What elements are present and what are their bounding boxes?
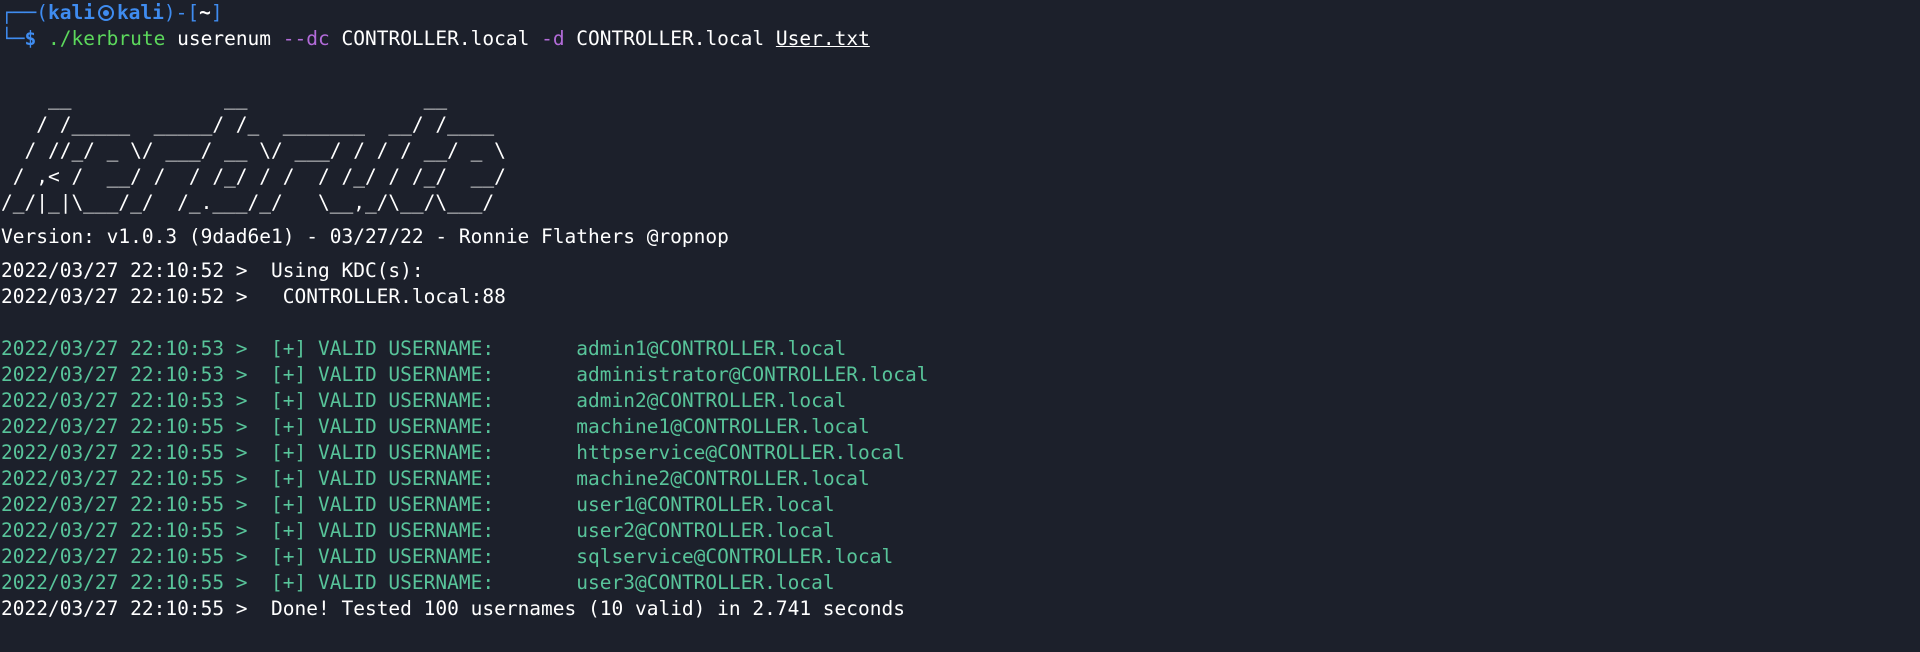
result-separator: > xyxy=(224,363,272,386)
result-status: [+] VALID USERNAME: xyxy=(271,571,495,594)
result-separator: > xyxy=(224,337,272,360)
result-separator: > xyxy=(224,389,272,412)
result-username: httpservice@CONTROLLER.local xyxy=(576,441,906,464)
result-username: admin2@CONTROLLER.local xyxy=(576,389,847,412)
result-gap xyxy=(494,415,576,438)
result-gap xyxy=(494,363,576,386)
result-username: admin1@CONTROLLER.local xyxy=(576,337,847,360)
command-line[interactable]: └─$ ./kerbrute userenum --dc CONTROLLER.… xyxy=(1,26,1920,52)
result-status: [+] VALID USERNAME: xyxy=(271,389,495,412)
result-timestamp: 2022/03/27 22:10:53 xyxy=(1,389,225,412)
result-username: sqlservice@CONTROLLER.local xyxy=(576,545,894,568)
result-status: [+] VALID USERNAME: xyxy=(271,519,495,542)
result-username: administrator@CONTROLLER.local xyxy=(576,363,929,386)
result-row: 2022/03/27 22:10:55 > [+] VALID USERNAME… xyxy=(1,440,1920,466)
prompt-dollar: $ xyxy=(24,27,48,50)
result-row: 2022/03/27 22:10:53 > [+] VALID USERNAME… xyxy=(1,362,1920,388)
kdc-timestamp: 2022/03/27 22:10:52 > xyxy=(1,285,283,308)
command-userfile[interactable]: User.txt xyxy=(776,27,870,50)
result-username: machine2@CONTROLLER.local xyxy=(576,467,870,490)
prompt-host: kali xyxy=(116,1,164,24)
result-separator: > xyxy=(224,519,272,542)
result-gap xyxy=(494,545,576,568)
result-row: 2022/03/27 22:10:55 > [+] VALID USERNAME… xyxy=(1,492,1920,518)
blank-gap xyxy=(1,216,1920,224)
result-timestamp: 2022/03/27 22:10:53 xyxy=(1,363,225,386)
kdc-line-2: 2022/03/27 22:10:52 > CONTROLLER.local:8… xyxy=(1,284,1920,310)
kali-skull-icon xyxy=(97,5,114,21)
done-line: 2022/03/27 22:10:55 > Done! Tested 100 u… xyxy=(1,596,1920,622)
prompt-user: kali xyxy=(47,1,95,24)
kdc-label: Using KDC(s): xyxy=(271,259,424,282)
result-status: [+] VALID USERNAME: xyxy=(271,363,495,386)
result-timestamp: 2022/03/27 22:10:55 xyxy=(1,493,225,516)
result-row: 2022/03/27 22:10:55 > [+] VALID USERNAME… xyxy=(1,544,1920,570)
prompt-line2-prefix: └─ xyxy=(1,27,25,50)
result-row: 2022/03/27 22:10:55 > [+] VALID USERNAME… xyxy=(1,518,1920,544)
blank-gap xyxy=(1,250,1920,258)
result-status: [+] VALID USERNAME: xyxy=(271,441,495,464)
prompt-cwd: ~ xyxy=(199,1,211,24)
result-row: 2022/03/27 22:10:53 > [+] VALID USERNAME… xyxy=(1,336,1920,362)
result-gap xyxy=(494,571,576,594)
result-gap xyxy=(494,519,576,542)
result-separator: > xyxy=(224,441,272,464)
result-separator: > xyxy=(224,571,272,594)
result-timestamp: 2022/03/27 22:10:55 xyxy=(1,545,225,568)
done-timestamp: 2022/03/27 22:10:55 > xyxy=(1,597,272,620)
result-gap xyxy=(494,493,576,516)
result-username: user3@CONTROLLER.local xyxy=(576,571,835,594)
result-timestamp: 2022/03/27 22:10:55 xyxy=(1,571,225,594)
result-status: [+] VALID USERNAME: xyxy=(271,337,495,360)
result-timestamp: 2022/03/27 22:10:55 xyxy=(1,415,225,438)
prompt-end-bracket: ] xyxy=(210,1,223,24)
result-timestamp: 2022/03/27 22:10:55 xyxy=(1,467,225,490)
result-status: [+] VALID USERNAME: xyxy=(271,415,495,438)
result-row: 2022/03/27 22:10:55 > [+] VALID USERNAME… xyxy=(1,466,1920,492)
result-row: 2022/03/27 22:10:55 > [+] VALID USERNAME… xyxy=(1,570,1920,596)
results-list: 2022/03/27 22:10:53 > [+] VALID USERNAME… xyxy=(1,336,1920,596)
prompt-line-1: ┌──(kali kali)-[~] xyxy=(1,0,1920,26)
result-gap xyxy=(494,441,576,464)
done-summary: Done! Tested 100 usernames (10 valid) in… xyxy=(271,597,905,620)
result-status: [+] VALID USERNAME: xyxy=(271,545,495,568)
result-gap xyxy=(494,337,576,360)
command-binary: ./kerbrute xyxy=(47,27,166,50)
prompt-bracket: )-[ xyxy=(163,1,200,24)
terminal-window[interactable]: ┌──(kali kali)-[~] └─$ ./kerbrute userenu… xyxy=(0,0,1920,652)
result-timestamp: 2022/03/27 22:10:55 xyxy=(1,441,225,464)
kerbrute-ascii-banner: __ __ __ / /_____ _____/ /_ _______ __/ … xyxy=(1,87,506,214)
command-dc-value: CONTROLLER.local xyxy=(329,27,542,50)
command-d-value: CONTROLLER.local xyxy=(564,27,776,50)
result-status: [+] VALID USERNAME: xyxy=(271,467,495,490)
prompt-box-open: ┌──( xyxy=(1,1,48,24)
result-separator: > xyxy=(224,415,272,438)
blank-gap xyxy=(1,78,1920,86)
version-line: Version: v1.0.3 (9dad6e1) - 03/27/22 - R… xyxy=(1,225,729,248)
result-username: user2@CONTROLLER.local xyxy=(576,519,835,542)
result-row: 2022/03/27 22:10:53 > [+] VALID USERNAME… xyxy=(1,388,1920,414)
result-separator: > xyxy=(224,467,272,490)
result-username: machine1@CONTROLLER.local xyxy=(576,415,870,438)
command-opt-dc: --dc xyxy=(282,27,330,50)
result-gap xyxy=(494,467,576,490)
kdc-timestamp: 2022/03/27 22:10:52 > xyxy=(1,259,272,282)
command-opt-d: -d xyxy=(541,27,565,50)
result-timestamp: 2022/03/27 22:10:55 xyxy=(1,519,225,542)
command-subcommand: userenum xyxy=(165,27,283,50)
result-row: 2022/03/27 22:10:55 > [+] VALID USERNAME… xyxy=(1,414,1920,440)
result-username: user1@CONTROLLER.local xyxy=(576,493,835,516)
kdc-line-1: 2022/03/27 22:10:52 > Using KDC(s): xyxy=(1,258,1920,284)
result-gap xyxy=(494,389,576,412)
result-status: [+] VALID USERNAME: xyxy=(271,493,495,516)
kdc-host: CONTROLLER.local:88 xyxy=(282,285,506,308)
result-timestamp: 2022/03/27 22:10:53 xyxy=(1,337,225,360)
result-separator: > xyxy=(224,545,272,568)
result-separator: > xyxy=(224,493,272,516)
